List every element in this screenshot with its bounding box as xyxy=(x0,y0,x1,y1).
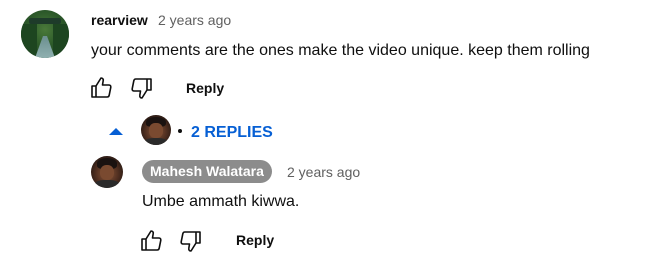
caret-up-icon[interactable] xyxy=(109,128,123,135)
reply-author-avatar[interactable] xyxy=(91,156,123,188)
reply-like-button[interactable] xyxy=(137,227,165,255)
thumb-down-icon xyxy=(180,231,201,252)
thumb-up-icon xyxy=(91,77,112,98)
comment-text: your comments are the ones make the vide… xyxy=(91,42,590,59)
comment-timestamp[interactable]: 2 years ago xyxy=(158,12,231,28)
thumb-up-icon xyxy=(141,230,162,251)
reply-reply-button[interactable]: Reply xyxy=(236,232,274,248)
thumb-down-icon xyxy=(131,78,152,99)
reply-button[interactable]: Reply xyxy=(186,80,224,96)
dislike-button[interactable] xyxy=(128,74,156,102)
reply-author-avatar-small xyxy=(141,115,171,145)
commenter-avatar[interactable] xyxy=(21,10,69,58)
reply-author-chip[interactable]: Mahesh Walatara xyxy=(142,160,272,183)
replies-toggle-button[interactable]: 2 REPLIES xyxy=(191,124,273,142)
separator-dot xyxy=(178,129,182,133)
reply-dislike-button[interactable] xyxy=(177,227,205,255)
reply-text: Umbe ammath kiwwa. xyxy=(142,193,300,210)
like-button[interactable] xyxy=(87,74,115,102)
reply-timestamp[interactable]: 2 years ago xyxy=(287,164,360,180)
comment-author[interactable]: rearview xyxy=(91,12,148,28)
